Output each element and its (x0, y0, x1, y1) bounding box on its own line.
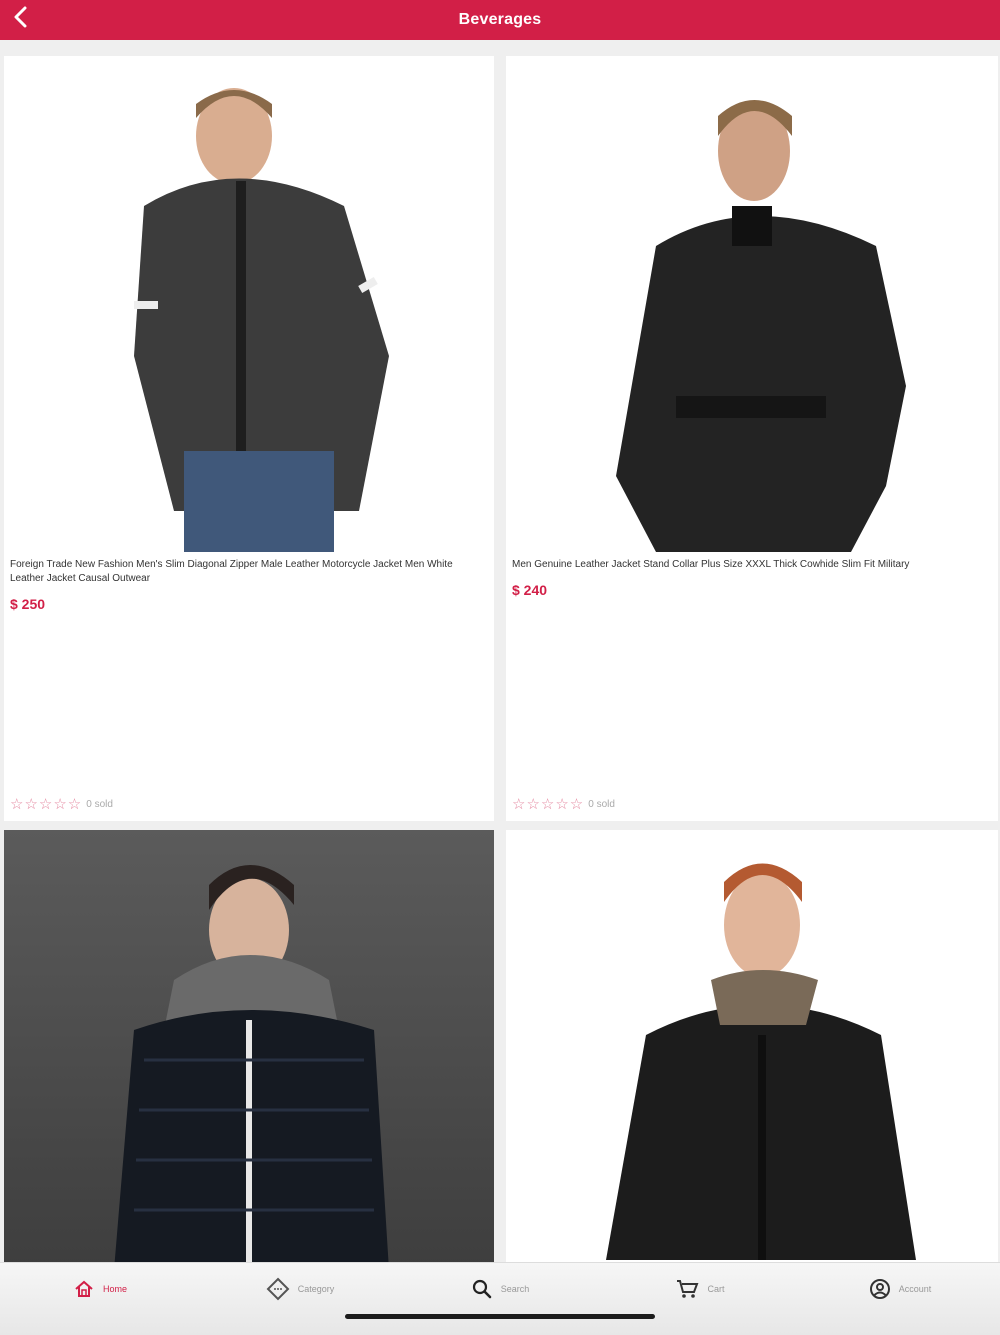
nav-search-label: Search (500, 1284, 530, 1294)
cart-icon (675, 1278, 699, 1300)
product-price: $ 240 (512, 582, 548, 598)
nav-home-label: Home (102, 1284, 127, 1294)
page-title: Beverages (458, 11, 542, 28)
category-icon (266, 1277, 290, 1301)
chevron-left-icon (12, 6, 30, 33)
account-icon (869, 1278, 891, 1300)
rating-stars: ☆☆☆☆☆ (512, 796, 585, 813)
product-image (4, 56, 494, 552)
product-name: Foreign Trade New Fashion Men's Slim Dia… (10, 559, 453, 584)
product-card[interactable] (4, 830, 494, 1270)
back-button[interactable] (6, 4, 36, 34)
product-image (506, 56, 998, 552)
product-rating: ☆☆☆☆☆ 0 sold (10, 795, 113, 813)
rating-stars: ☆☆☆☆☆ (10, 796, 83, 813)
bottom-navigation: Home Category Search Cart Account (0, 1262, 1000, 1335)
nav-category-label: Category (297, 1284, 335, 1294)
product-rating: ☆☆☆☆☆ 0 sold (512, 795, 615, 813)
sold-count: 0 sold (86, 798, 113, 810)
home-indicator[interactable] (345, 1314, 655, 1319)
nav-account[interactable]: Account (800, 1263, 1000, 1315)
product-image (4, 830, 494, 1270)
nav-category[interactable]: Category (200, 1263, 400, 1315)
nav-account-label: Account (898, 1284, 932, 1294)
nav-cart-label: Cart (707, 1284, 725, 1294)
nav-search[interactable]: Search (400, 1263, 600, 1315)
product-price: $ 250 (10, 596, 46, 612)
nav-cart[interactable]: Cart (600, 1263, 800, 1315)
home-icon (73, 1278, 95, 1300)
product-card[interactable]: Men Genuine Leather Jacket Stand Collar … (506, 56, 998, 821)
nav-home[interactable]: Home (0, 1263, 200, 1315)
product-card[interactable]: Foreign Trade New Fashion Men's Slim Dia… (4, 56, 494, 821)
product-card[interactable] (506, 830, 998, 1270)
product-image (506, 830, 998, 1270)
top-app-bar: Beverages (0, 0, 1000, 40)
search-icon (471, 1278, 493, 1300)
product-name: Men Genuine Leather Jacket Stand Collar … (512, 559, 910, 570)
sold-count: 0 sold (588, 798, 615, 810)
